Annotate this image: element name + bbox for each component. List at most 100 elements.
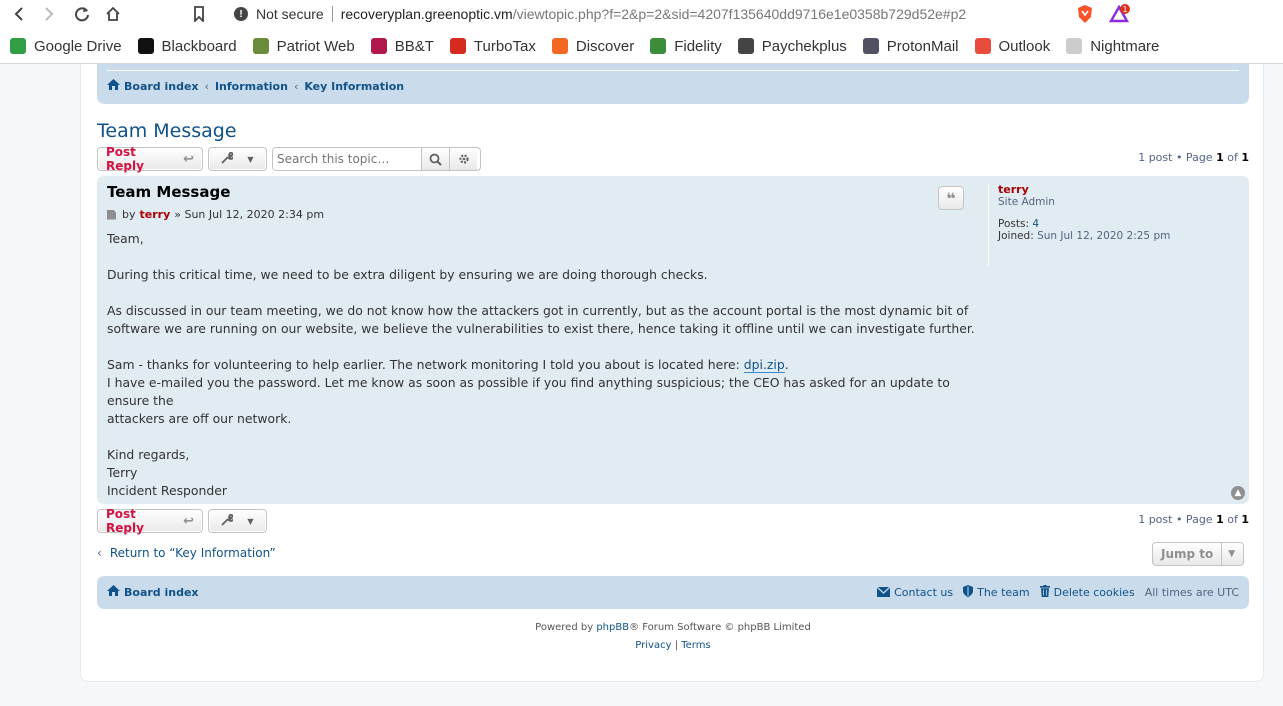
- bookmark-favicon-icon: [650, 38, 667, 54]
- brave-rewards-icon[interactable]: 1: [1108, 3, 1130, 25]
- post-icon[interactable]: [107, 209, 116, 220]
- post-line: Terry: [107, 465, 138, 480]
- post-reply-label: Post Reply: [106, 145, 144, 173]
- return-link-label: Return to “Key Information”: [109, 546, 276, 560]
- terms-link[interactable]: Terms: [681, 640, 710, 651]
- reload-icon[interactable]: [71, 3, 93, 25]
- topic-title[interactable]: Team Message: [97, 120, 237, 142]
- bookmark-favicon-icon: [737, 38, 754, 54]
- topic-tools-button[interactable]: ▼: [208, 509, 267, 533]
- topic-tools-button[interactable]: ▼: [208, 147, 267, 171]
- post-reply-button[interactable]: Post Reply ↩: [97, 507, 203, 535]
- posts-label: Posts:: [998, 218, 1029, 230]
- footer-board-index[interactable]: Board index: [107, 585, 199, 599]
- bookmark-item[interactable]: TurboTax: [449, 37, 536, 55]
- jump-to-dropdown[interactable]: Jump to ▼: [1152, 542, 1244, 566]
- breadcrumb: Board index ‹ Information ‹ Key Informat…: [107, 79, 404, 93]
- legal-links: Privacy | Terms: [81, 637, 1265, 655]
- search-icon: [429, 153, 442, 166]
- pagination-current-page: 1: [1216, 151, 1224, 164]
- phpbb-link[interactable]: phpBB: [596, 622, 629, 633]
- action-bar-bottom: Post Reply ↩ ▼ 1 post • Page 1 of 1: [97, 507, 1249, 535]
- bookmark-label: Google Drive: [34, 37, 122, 55]
- bookmark-favicon-icon: [974, 38, 991, 54]
- bookmark-item[interactable]: Fidelity: [650, 38, 722, 55]
- post-line: Kind regards,: [107, 447, 190, 462]
- timezone-label: All times are UTC: [1144, 586, 1239, 599]
- contact-us-label: Contact us: [894, 586, 954, 599]
- chevron-down-icon: ▼: [247, 154, 254, 164]
- bookmark-label: Discover: [575, 37, 635, 55]
- bookmark-label: Patriot Web: [276, 37, 355, 55]
- bookmark-label: TurboTax: [473, 37, 536, 55]
- profile-joined: Joined: Sun Jul 12, 2020 2:25 pm: [998, 230, 1238, 242]
- shield-icon: [963, 585, 974, 600]
- bookmark-favicon-icon: [252, 38, 269, 54]
- powered-by-text: ® Forum Software © phpBB Limited: [629, 622, 811, 633]
- pagination-total: 1: [1241, 151, 1249, 164]
- privacy-link[interactable]: Privacy: [635, 640, 671, 651]
- return-link[interactable]: ‹ Return to “Key Information”: [97, 546, 276, 560]
- bookmark-item[interactable]: BB&T: [370, 38, 434, 55]
- pagination-prefix: 1 post • Page: [1138, 151, 1213, 164]
- bookmark-item[interactable]: Discover: [551, 37, 635, 55]
- contact-us-link[interactable]: Contact us: [876, 586, 954, 600]
- back-icon[interactable]: [8, 3, 30, 25]
- team-label: The team: [977, 586, 1030, 599]
- bookmark-item[interactable]: Patriot Web: [252, 37, 355, 55]
- legal-separator: |: [671, 640, 682, 651]
- search-button[interactable]: [421, 148, 449, 170]
- breadcrumb-key-information[interactable]: Key Information: [304, 80, 404, 93]
- breadcrumb-separator-icon: ‹: [293, 79, 299, 93]
- footer-navbar: Board index Contact us The team Delete c…: [97, 576, 1249, 609]
- post-line: attackers are off our network.: [107, 411, 292, 426]
- post-line: I have e-mailed you the password. Let me…: [107, 375, 950, 408]
- bookmark-favicon-icon: [551, 38, 568, 54]
- rewards-badge: 1: [1122, 5, 1127, 14]
- powered-by: Powered by phpBB® Forum Software © phpBB…: [81, 619, 1265, 637]
- profile-posts: Posts: 4: [998, 218, 1238, 230]
- post-reply-button[interactable]: Post Reply ↩: [97, 145, 203, 173]
- post-title[interactable]: Team Message: [107, 183, 230, 201]
- forward-icon[interactable]: [38, 3, 60, 25]
- bookmark-label: Paychekplus: [761, 37, 847, 55]
- post-author-link[interactable]: terry: [140, 208, 171, 221]
- quote-button[interactable]: ❝: [938, 186, 964, 210]
- bookmark-item[interactable]: Blackboard: [137, 38, 237, 55]
- wrench-icon: [221, 151, 236, 167]
- profile-rank: Site Admin: [998, 196, 1055, 208]
- team-link[interactable]: The team: [963, 585, 1030, 600]
- advanced-search-button[interactable]: [449, 148, 477, 170]
- address-bar[interactable]: ! Not secure recoveryplan.greenoptic.vm /…: [228, 2, 1068, 26]
- search-topic-input[interactable]: [273, 148, 421, 170]
- brave-shield-icon[interactable]: [1074, 3, 1096, 25]
- bookmark-label: Outlook: [998, 37, 1051, 55]
- breadcrumb-board-index[interactable]: Board index: [124, 80, 199, 93]
- footer-links: Contact us The team Delete cookies All t…: [867, 585, 1239, 600]
- bookmark-favicon-icon: [862, 38, 879, 54]
- bookmark-item[interactable]: ProtonMail: [862, 38, 959, 55]
- quote-icon: ❝: [946, 188, 956, 208]
- dpi-zip-link[interactable]: dpi.zip: [743, 357, 785, 373]
- bookmark-item[interactable]: Google Drive: [10, 38, 122, 55]
- pagination-prefix: 1 post • Page: [1138, 513, 1213, 526]
- home-icon: [107, 585, 120, 599]
- back-to-top-icon[interactable]: ▲: [1231, 486, 1245, 500]
- chevron-left-icon: ‹: [97, 546, 102, 560]
- breadcrumb-separator-icon: ‹: [204, 79, 209, 93]
- bookmark-item[interactable]: Nightmare: [1066, 38, 1159, 55]
- bookmark-favicon-icon: [1066, 38, 1083, 54]
- profile-username[interactable]: terry: [998, 184, 1238, 196]
- bookmark-label: Nightmare: [1090, 37, 1160, 55]
- breadcrumb-information[interactable]: Information: [215, 80, 288, 93]
- delete-cookies-link[interactable]: Delete cookies: [1039, 585, 1135, 600]
- pagination-of: of: [1227, 513, 1238, 526]
- posts-count-link[interactable]: 4: [1032, 218, 1039, 230]
- bookmark-item[interactable]: Outlook: [974, 37, 1051, 55]
- post-line: As discussed in our team meeting, we do …: [107, 303, 969, 318]
- bookmark-item[interactable]: Paychekplus: [737, 37, 847, 55]
- bookmark-page-icon[interactable]: [188, 3, 210, 25]
- pagination-total: 1: [1241, 513, 1249, 526]
- home-icon[interactable]: [102, 3, 124, 25]
- topic-search: [272, 147, 481, 171]
